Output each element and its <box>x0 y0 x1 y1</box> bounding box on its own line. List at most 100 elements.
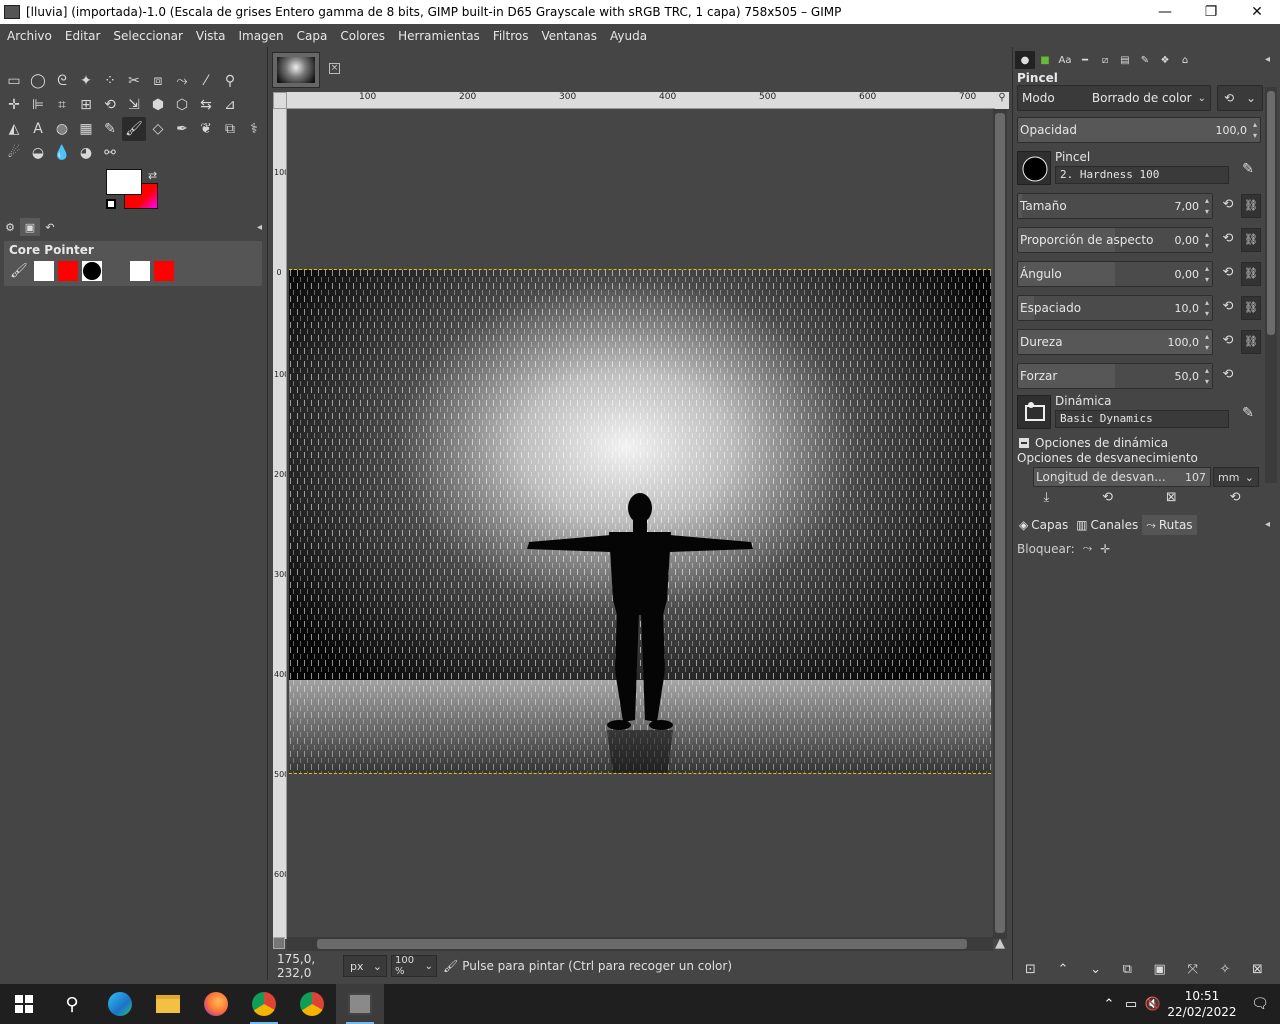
scale-tool-icon[interactable]: ⇲ <box>122 93 146 117</box>
images-tab-icon[interactable]: ▣ <box>20 218 40 236</box>
network-icon[interactable]: ▭ <box>1120 997 1142 1012</box>
start-button[interactable] <box>0 984 48 1024</box>
shear-tool-icon[interactable]: ⬢ <box>146 93 170 117</box>
vscroll-thumb[interactable] <box>995 113 1005 933</box>
fade-unit-select[interactable]: mm ⌄ <box>1213 467 1259 487</box>
eraser-tool-icon[interactable]: ◇ <box>146 117 170 141</box>
edit-brush-icon[interactable]: ✎ <box>1237 161 1259 183</box>
paint-along-path-icon[interactable]: ✧ <box>1219 962 1230 977</box>
menu-ayuda[interactable]: Ayuda <box>603 29 653 43</box>
free-select-icon[interactable]: ᘓ <box>50 69 74 93</box>
smudge-tool-icon[interactable]: ☄ <box>2 141 26 165</box>
device-brush-swatch[interactable] <box>82 261 102 281</box>
menu-colores[interactable]: Colores <box>333 29 391 43</box>
clone-tool-icon[interactable]: ⧉ <box>218 117 242 141</box>
zoom-select[interactable]: 100 % ⌄ <box>391 955 437 977</box>
param-slider-5[interactable]: Forzar 50,0 ▴ ▾ <box>1017 363 1213 389</box>
minimize-button[interactable]: — <box>1142 0 1188 24</box>
reset-options-icon[interactable]: ⟲ <box>1230 490 1241 505</box>
bucket-fill-icon[interactable]: ◍ <box>50 117 74 141</box>
tool-options-scrollbar[interactable] <box>1265 87 1277 483</box>
lock-position-icon[interactable]: ✛ <box>1100 542 1110 556</box>
spin-arrows-icon[interactable]: ▴ ▾ <box>1250 119 1260 141</box>
rect-select-icon[interactable]: ▭ <box>2 69 26 93</box>
tab-capas[interactable]: ◈ Capas <box>1015 515 1072 535</box>
image-tab-close-icon[interactable]: × <box>329 63 340 74</box>
delete-path-icon[interactable]: ⊠ <box>1252 962 1263 977</box>
brushes-tab-icon[interactable]: ━ <box>1075 51 1095 69</box>
zoom-follow-icon[interactable]: ⚲ <box>995 92 1009 109</box>
dynamics-options-toggle[interactable]: Opciones de dinámica <box>1019 436 1168 450</box>
param-slider-4[interactable]: Dureza 100,0 ▴ ▾ <box>1017 329 1213 355</box>
taskbar-firefox[interactable] <box>192 984 240 1024</box>
image-tab-thumbnail[interactable] <box>272 52 320 88</box>
document-history-tab-icon[interactable]: ⌂ <box>1175 51 1195 69</box>
cage-transform-icon[interactable]: ⊿ <box>218 93 242 117</box>
menu-imagen[interactable]: Imagen <box>231 29 289 43</box>
align-tool-icon[interactable]: ⊫ <box>26 93 50 117</box>
chevron-up-icon[interactable]: ⌃ <box>1098 997 1120 1012</box>
menu-archivo[interactable]: Archivo <box>0 29 58 43</box>
menu-capa[interactable]: Capa <box>290 29 334 43</box>
notifications-icon[interactable]: 🗨 <box>1240 996 1280 1012</box>
reset-param-icon[interactable]: ⟲ <box>1219 333 1237 351</box>
mypaint-brush-icon[interactable]: ◕ <box>74 141 98 165</box>
spin-arrows-icon[interactable]: ▴ ▾ <box>1202 331 1212 353</box>
swap-colors-icon[interactable]: ⇄ <box>148 169 157 182</box>
airbrush-tool-icon[interactable]: ✒ <box>170 117 194 141</box>
ruler-corner-menu[interactable] <box>273 92 287 109</box>
maximize-button[interactable]: ❐ <box>1188 0 1234 24</box>
paths-tool-icon[interactable]: ⤳ <box>170 69 194 93</box>
vertical-ruler[interactable]: 100 0 100 200 300 400 500 600 <box>273 109 287 939</box>
device-gradient-swatch[interactable] <box>154 261 174 281</box>
device-pattern-swatch[interactable] <box>130 261 150 281</box>
menu-filtros[interactable]: Filtros <box>486 29 535 43</box>
canvas-horizontal-scrollbar[interactable] <box>287 937 993 951</box>
image-canvas[interactable] <box>287 109 991 939</box>
opacity-slider[interactable]: Opacidad 100,0 ▴ ▾ <box>1017 117 1261 143</box>
warp-transform-icon[interactable]: ◭ <box>2 117 26 141</box>
color-picker-icon[interactable]: ⁄ <box>194 69 218 93</box>
taskbar-explorer[interactable] <box>144 984 192 1024</box>
tab-rutas[interactable]: ⤳ Rutas <box>1142 515 1197 535</box>
crop-tool-icon[interactable]: ⌗ <box>50 93 74 117</box>
unit-select[interactable]: px ⌄ <box>343 955 387 977</box>
pencil-tool-icon[interactable]: ✎ <box>98 117 122 141</box>
link-to-brush-icon[interactable]: ⛓ <box>1241 262 1261 286</box>
text-tool-icon[interactable]: A <box>26 117 50 141</box>
taskbar-chrome-2[interactable] <box>288 984 336 1024</box>
device-fg-swatch[interactable] <box>34 261 54 281</box>
volume-muted-icon[interactable]: 🔇 <box>1142 997 1164 1012</box>
dynamics-tab-icon[interactable]: ⧄ <box>1095 51 1115 69</box>
menu-seleccionar[interactable]: Seleccionar <box>106 29 188 43</box>
dock-menu-icon[interactable]: ◂ <box>1265 54 1270 65</box>
gradient-tool-icon[interactable]: ▦ <box>74 117 98 141</box>
paintbrush-tool-icon[interactable]: 🖌 <box>122 117 146 141</box>
dynamics-name[interactable]: Basic Dynamics <box>1055 410 1229 428</box>
search-button[interactable]: ⚲ <box>48 984 96 1024</box>
dodge-burn-icon[interactable]: ◒ <box>26 141 50 165</box>
reset-param-icon[interactable]: ⟲ <box>1219 265 1237 283</box>
paths-list[interactable] <box>1017 559 1267 951</box>
param-slider-3[interactable]: Espaciado 10,0 ▴ ▾ <box>1017 295 1213 321</box>
tab-canales[interactable]: ▥ Canales <box>1072 515 1142 535</box>
fade-length-slider[interactable]: Longitud de desvan... 107 <box>1033 467 1211 487</box>
taskbar-chrome-1[interactable] <box>240 984 288 1024</box>
zoom-tool-icon[interactable]: ⚲ <box>218 69 242 93</box>
foreground-color-swatch[interactable] <box>106 169 142 195</box>
fonts-tab-icon[interactable]: Aa <box>1055 51 1075 69</box>
select-by-color-icon[interactable]: ⁘ <box>98 69 122 93</box>
spin-arrows-icon[interactable]: ▴ ▾ <box>1202 263 1212 285</box>
menu-vista[interactable]: Vista <box>189 29 232 43</box>
unified-transform-icon[interactable]: ⊞ <box>74 93 98 117</box>
tool-options-scroll-thumb[interactable] <box>1267 91 1275 335</box>
new-path-icon[interactable]: ⊡ <box>1025 962 1036 977</box>
perspective-tool-icon[interactable]: ⬡ <box>170 93 194 117</box>
menu-editar[interactable]: Editar <box>58 29 107 43</box>
param-slider-1[interactable]: Proporción de aspecto 0,00 ▴ ▾ <box>1017 227 1213 253</box>
device-bg-swatch[interactable] <box>58 261 78 281</box>
lower-path-icon[interactable]: ⌄ <box>1090 962 1101 977</box>
heal-tool-icon[interactable]: ⚕ <box>242 117 266 141</box>
mode-select[interactable]: Modo Borrado de color ⌄ <box>1017 85 1211 111</box>
reset-param-icon[interactable]: ⟲ <box>1219 197 1237 215</box>
